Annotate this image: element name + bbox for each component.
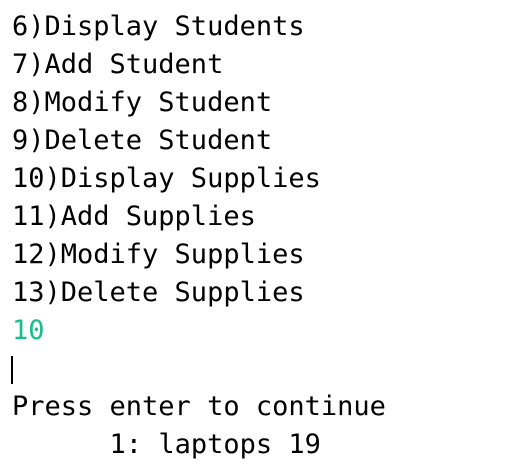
menu-item-delete-supplies: 13)Delete Supplies xyxy=(12,277,305,308)
menu-item-add-supplies: 11)Add Supplies xyxy=(12,201,256,232)
console-window[interactable]: 6)Display Students 7)Add Student 8)Modif… xyxy=(0,0,512,475)
output-text: 1: laptops 19 xyxy=(109,429,321,460)
output-line[interactable]: 1: laptops 19 xyxy=(11,350,512,460)
user-input-echo: 10 xyxy=(12,315,45,346)
menu-item-delete-student: 9)Delete Student xyxy=(12,125,273,156)
menu-item-add-student: 7)Add Student xyxy=(12,49,224,80)
console-output: 6)Display Students 7)Add Student 8)Modif… xyxy=(11,8,512,460)
menu-item-display-students: 6)Display Students xyxy=(12,11,305,42)
menu-item-modify-supplies: 12)Modify Supplies xyxy=(12,239,305,270)
menu-item-display-supplies: 10)Display Supplies xyxy=(12,163,321,194)
menu-item-modify-student: 8)Modify Student xyxy=(12,87,273,118)
text-cursor xyxy=(11,356,13,384)
